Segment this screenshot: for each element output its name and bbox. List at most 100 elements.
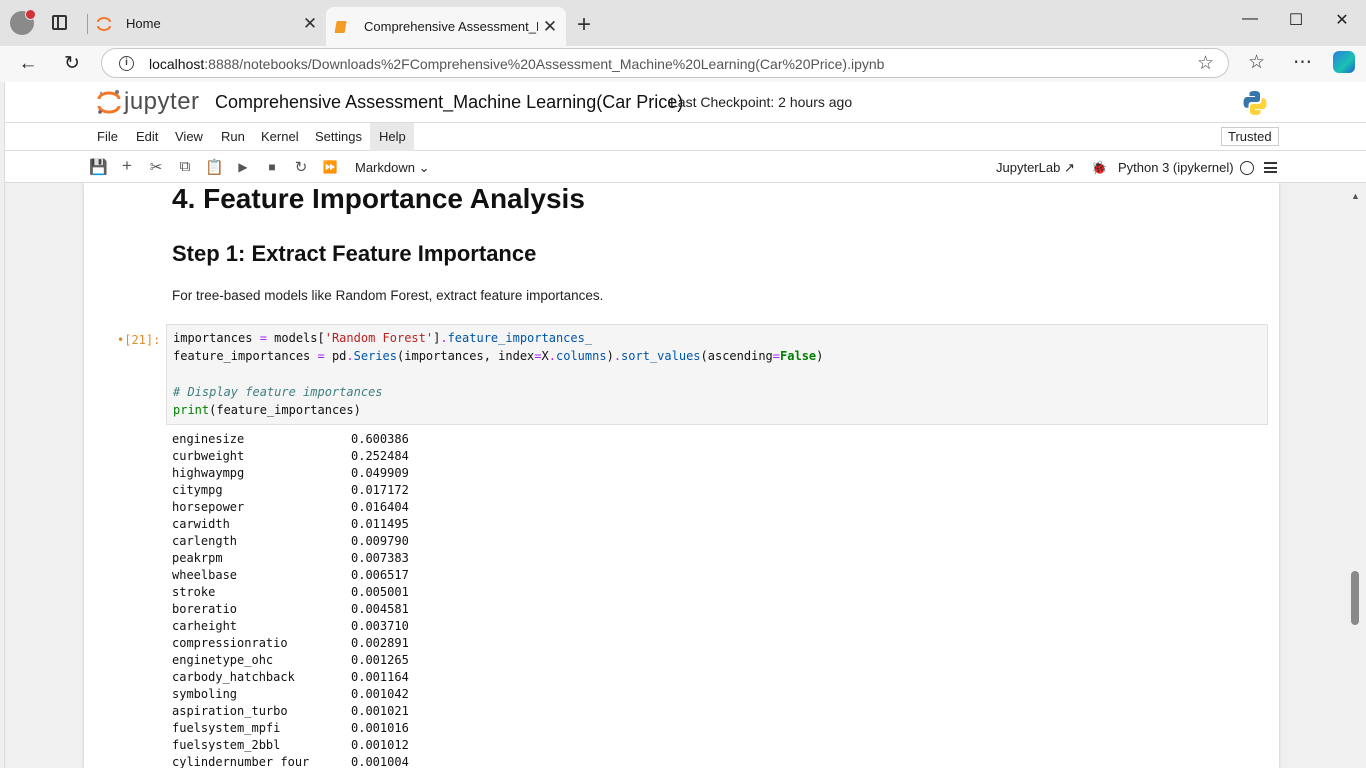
notebook-title[interactable]: Comprehensive Assessment_Machine Learnin…: [215, 92, 683, 113]
site-info-icon[interactable]: i: [119, 56, 134, 71]
paste-icon[interactable]: 📋: [205, 158, 224, 176]
close-tab-icon[interactable]: ✕: [298, 14, 322, 34]
feature-value: 0.049909: [351, 466, 409, 480]
tab-home[interactable]: Home ✕: [88, 7, 326, 40]
feature-value: 0.006517: [351, 568, 409, 582]
feature-name: compressionratio: [172, 636, 288, 650]
feature-name: fuelsystem_mpfi: [172, 721, 281, 735]
scrollbar-thumb[interactable]: [1351, 571, 1359, 625]
menu-settings[interactable]: Settings: [315, 129, 362, 144]
feature-value: 0.003710: [351, 619, 409, 633]
feature-value: 0.002891: [351, 636, 409, 650]
output-row: cylindernumber_four 0.001004: [172, 755, 572, 768]
trusted-badge[interactable]: Trusted: [1221, 127, 1279, 146]
cell-output: enginesize 0.600386 curbweight 0.252484 high…: [172, 432, 572, 768]
notebook-sheet: 4. Feature Importance Analysis Step 1: E…: [84, 183, 1279, 768]
tab-notebook[interactable]: Comprehensive Assessment_Mac ✕: [326, 7, 566, 46]
cut-icon[interactable]: ✂: [147, 158, 165, 176]
url-path: :8888/notebooks/Downloads%2FComprehensiv…: [204, 56, 885, 72]
feature-name: fuelsystem_2bbl: [172, 738, 281, 752]
output-row: carbody_hatchback 0.001164: [172, 670, 572, 687]
copy-icon[interactable]: ⧉: [176, 158, 194, 175]
run-all-icon[interactable]: ⏩: [321, 160, 339, 174]
copilot-icon[interactable]: [1333, 51, 1355, 73]
output-row: horsepower 0.016404: [172, 500, 572, 517]
menu-help[interactable]: Help: [379, 129, 406, 144]
output-row: highwaympg 0.049909: [172, 466, 572, 483]
feature-name: peakrpm: [172, 551, 223, 565]
feature-name: stroke: [172, 585, 216, 599]
code-line-comment: # Display feature importances: [173, 385, 383, 399]
output-row: citympg 0.017172: [172, 483, 572, 500]
url-host: localhost: [149, 56, 205, 72]
menu-kernel[interactable]: Kernel: [261, 129, 299, 144]
output-row: stroke 0.005001: [172, 585, 572, 602]
menu-edit[interactable]: Edit: [136, 129, 158, 144]
stop-icon[interactable]: ■: [263, 160, 281, 174]
scroll-up-icon[interactable]: ▲: [1351, 191, 1360, 201]
output-row: wheelbase 0.006517: [172, 568, 572, 585]
output-row: fuelsystem_2bbl 0.001012: [172, 738, 572, 755]
chevron-down-icon: ⌄: [418, 160, 430, 175]
jupyterlab-link[interactable]: JupyterLab ↗: [996, 160, 1075, 176]
menu-run[interactable]: Run: [221, 129, 245, 144]
feature-name: symboling: [172, 687, 238, 701]
output-row: boreratio 0.004581: [172, 602, 572, 619]
minimize-button[interactable]: —: [1227, 10, 1273, 28]
code-cell[interactable]: importances = models['Random Forest'].fe…: [166, 324, 1268, 425]
bookmark-star-icon[interactable]: ☆: [1197, 52, 1214, 75]
menu-bar: File Edit View Run Kernel Settings Help …: [5, 122, 1366, 151]
notebook-favicon-icon: [334, 20, 347, 33]
feature-value: 0.009790: [351, 534, 409, 548]
browser-tab-bar: Home ✕ Comprehensive Assessment_Mac ✕ + …: [0, 0, 1366, 46]
jupyter-page: jupyter Comprehensive Assessment_Machine…: [4, 82, 1366, 768]
feature-name: curbweight: [172, 449, 245, 463]
menu-view[interactable]: View: [175, 129, 203, 144]
python-logo-icon: [1243, 91, 1267, 115]
feature-name: horsepower: [172, 500, 245, 514]
feature-value: 0.001042: [351, 687, 409, 701]
url-text[interactable]: localhost:8888/notebooks/Downloads%2FCom…: [149, 56, 884, 72]
jupyter-favicon-icon: [97, 16, 111, 31]
feature-name: boreratio: [172, 602, 238, 616]
save-icon[interactable]: 💾: [89, 158, 108, 176]
favorites-icon[interactable]: ☆: [1248, 51, 1265, 74]
code-line-2: feature_importances = pd.Series(importan…: [173, 349, 824, 363]
more-options-icon[interactable]: ⋯: [1293, 51, 1312, 74]
feature-value: 0.001016: [351, 721, 409, 735]
address-bar[interactable]: i localhost:8888/notebooks/Downloads%2FC…: [101, 48, 1229, 78]
close-tab-icon[interactable]: ✕: [538, 17, 562, 37]
close-window-button[interactable]: ✕: [1319, 10, 1365, 30]
feature-name: aspiration_turbo: [172, 704, 288, 718]
reload-button[interactable]: ↻: [57, 50, 87, 78]
run-icon[interactable]: ▶: [234, 160, 252, 174]
feature-value: 0.016404: [351, 500, 409, 514]
output-row: curbweight 0.252484: [172, 449, 572, 466]
new-tab-button[interactable]: +: [577, 11, 591, 39]
output-row: symboling 0.001042: [172, 687, 572, 704]
output-row: carwidth 0.011495: [172, 517, 572, 534]
insert-cell-icon[interactable]: +: [118, 156, 136, 176]
restart-icon[interactable]: ↻: [292, 158, 310, 176]
jupyterlab-label: JupyterLab: [996, 160, 1061, 175]
scrollbar[interactable]: ▲: [1347, 183, 1363, 768]
feature-value: 0.001012: [351, 738, 409, 752]
back-button[interactable]: ←: [13, 50, 43, 78]
feature-name: carlength: [172, 534, 238, 548]
menu-file[interactable]: File: [97, 129, 118, 144]
maximize-button[interactable]: ☐: [1273, 10, 1319, 30]
last-checkpoint: Last Checkpoint: 2 hours ago: [670, 94, 853, 110]
profile-avatar[interactable]: [10, 9, 36, 35]
jupyter-logo[interactable]: jupyter: [96, 88, 206, 118]
tab-actions-icon[interactable]: [52, 15, 67, 30]
address-row: ← ↻ i localhost:8888/notebooks/Downloads…: [0, 46, 1366, 82]
debugger-icon[interactable]: 🐞: [1091, 160, 1107, 176]
kernel-name[interactable]: Python 3 (ipykernel): [1118, 160, 1234, 175]
cell-type-select[interactable]: Markdown ⌄: [355, 160, 430, 176]
feature-name: highwaympg: [172, 466, 245, 480]
tab-title: Home: [126, 16, 161, 31]
feature-value: 0.004581: [351, 602, 409, 616]
feature-name: carwidth: [172, 517, 230, 531]
menu-hamburger-icon[interactable]: [1264, 162, 1277, 173]
tab-title: Comprehensive Assessment_Mac: [364, 19, 538, 34]
